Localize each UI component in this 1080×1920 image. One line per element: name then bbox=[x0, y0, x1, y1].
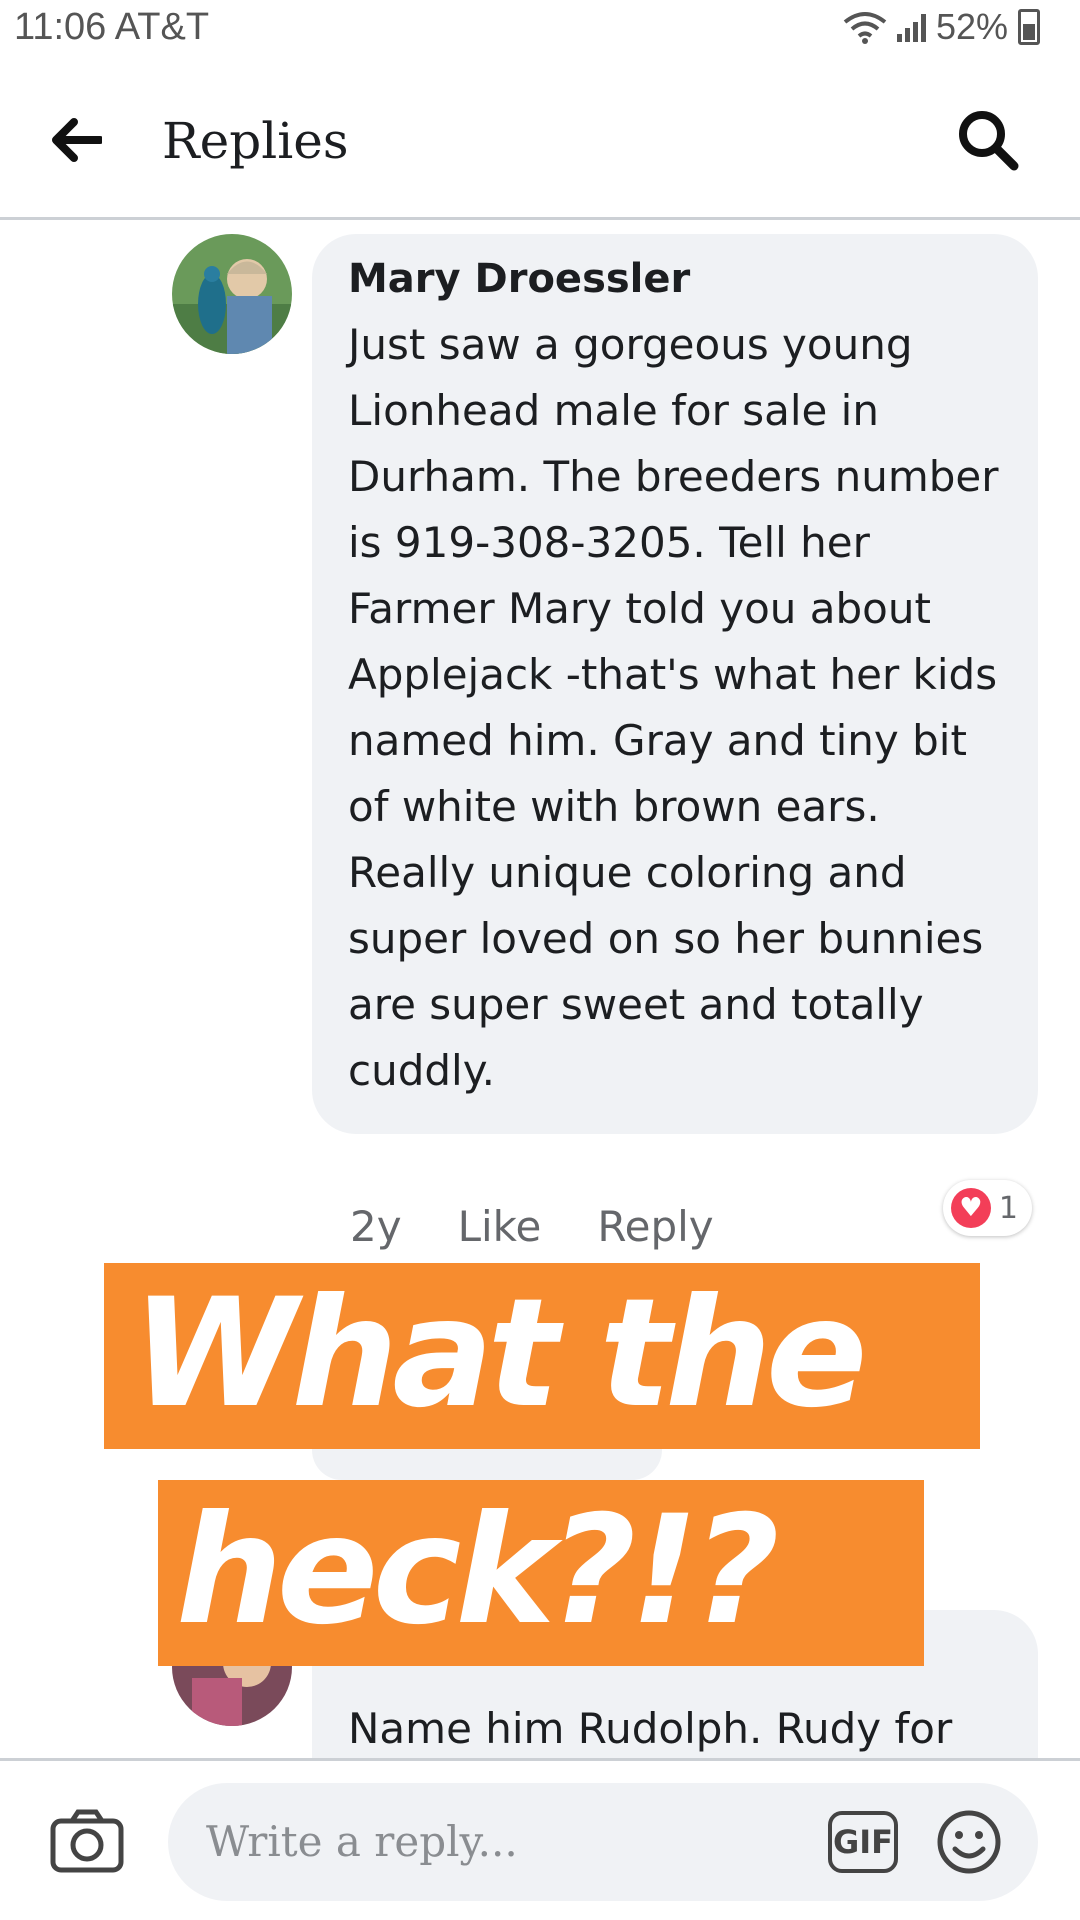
overlay-caption-box-1: What the bbox=[104, 1263, 980, 1449]
page-title: Replies bbox=[162, 112, 349, 170]
avatar[interactable] bbox=[172, 234, 292, 354]
battery-icon bbox=[1018, 9, 1040, 45]
reply-input[interactable]: Write a reply... GIF bbox=[168, 1783, 1038, 1901]
status-bar: 11:06 AT&T 52% bbox=[0, 0, 1080, 60]
reaction-count: 1 bbox=[998, 1190, 1018, 1226]
reply-placeholder: Write a reply... bbox=[206, 1817, 518, 1866]
back-arrow-icon[interactable] bbox=[50, 118, 102, 162]
wifi-icon bbox=[843, 12, 887, 44]
camera-icon[interactable] bbox=[50, 1809, 124, 1873]
signal-icon bbox=[896, 12, 926, 42]
comment-text: Name him Rudolph. Rudy for bbox=[348, 1704, 953, 1753]
battery-percent: 52% bbox=[935, 6, 1008, 47]
comment-text: Just saw a gorgeous young Lionhead male … bbox=[348, 320, 999, 1095]
comment-author[interactable]: Mary Droessler bbox=[348, 256, 1002, 302]
overlay-caption-line-1: What the bbox=[132, 1267, 868, 1441]
comment-bubble: Mary Droessler Just saw a gorgeous young… bbox=[312, 234, 1038, 1134]
reply-composer: Write a reply... GIF bbox=[0, 1758, 1080, 1920]
reply-button[interactable]: Reply bbox=[597, 1202, 713, 1251]
comment-time: 2y bbox=[350, 1202, 402, 1251]
overlay-caption-line-2: heck?!? bbox=[176, 1484, 780, 1658]
comment-actions: 2y Like Reply bbox=[350, 1202, 714, 1251]
search-icon[interactable] bbox=[956, 108, 1020, 172]
heart-icon: ♥ bbox=[950, 1188, 991, 1228]
status-time-carrier: 11:06 AT&T bbox=[14, 6, 210, 48]
overlay-caption-box-2: heck?!? bbox=[158, 1480, 924, 1666]
emoji-icon[interactable] bbox=[936, 1809, 1002, 1875]
like-button[interactable]: Like bbox=[458, 1202, 542, 1251]
reaction-badge[interactable]: ♥ 1 bbox=[942, 1180, 1032, 1236]
gif-icon[interactable]: GIF bbox=[828, 1811, 898, 1873]
status-icons: 52% bbox=[843, 6, 1040, 48]
header-bar: Replies bbox=[0, 60, 1080, 220]
